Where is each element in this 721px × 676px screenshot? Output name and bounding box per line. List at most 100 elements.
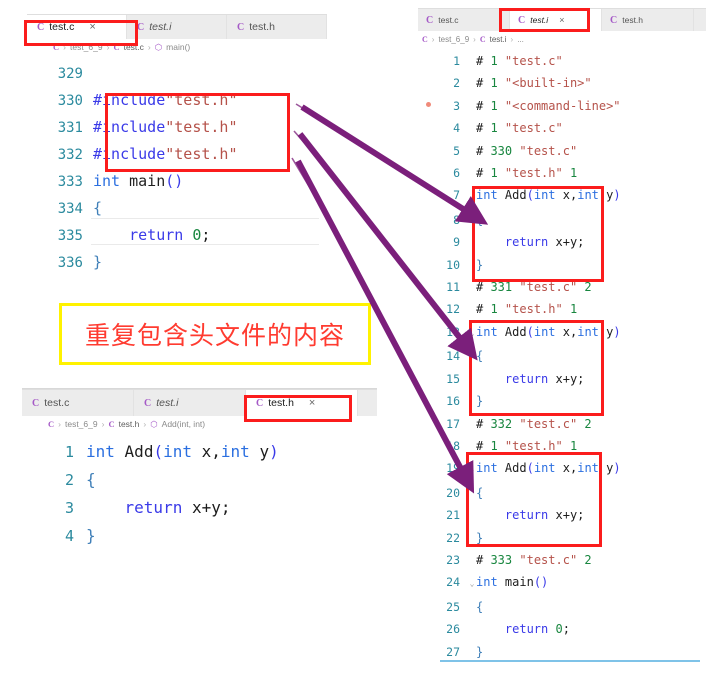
breadcrumb-file[interactable]: test.h: [119, 419, 140, 429]
editor-panel-testi: C test.c C test.i × C test.h C › test_6_…: [418, 8, 706, 668]
code-text: # 331 "test.c" 2: [476, 280, 592, 295]
breadcrumb-folder[interactable]: test_6_9: [65, 419, 98, 429]
fold-chevron-icon[interactable]: ⌄: [468, 459, 476, 481]
code-line[interactable]: 25 {: [418, 596, 706, 618]
tabbar-testi: C test.c C test.i × C test.h: [418, 8, 706, 31]
code-area-testi[interactable]: 1 # 1 "test.c" 2 # 1 "<built-in>" 3 # 1 "<com…: [418, 47, 706, 663]
code-line[interactable]: 13 ⌄ int Add(int x,int y): [418, 321, 706, 345]
tab-testc[interactable]: C test.c: [418, 9, 510, 31]
code-line[interactable]: 17 # 332 "test.c" 2: [418, 413, 706, 435]
fold-chevron-icon[interactable]: ⌄: [468, 323, 476, 345]
code-line[interactable]: 2{: [22, 466, 377, 494]
annotation-note-text: 重复包含头文件的内容: [84, 321, 345, 350]
breadcrumb-file[interactable]: test.i: [490, 35, 507, 44]
editor-rule: [91, 218, 319, 219]
code-line[interactable]: 2 # 1 "<built-in>": [418, 72, 706, 94]
breadcrumb-root[interactable]: C: [53, 42, 59, 52]
code-line[interactable]: 1 # 1 "test.c": [418, 50, 706, 72]
line-number: 11: [446, 280, 460, 295]
code-line[interactable]: 7 ⌄ int Add(int x,int y): [418, 184, 706, 208]
code-line[interactable]: 23 # 333 "test.c" 2: [418, 549, 706, 571]
code-line[interactable]: 333 int main(): [27, 168, 327, 195]
breadcrumb-separator-icon: ›: [510, 34, 514, 44]
code-line[interactable]: 10}: [418, 254, 706, 276]
breadcrumb-root[interactable]: C: [48, 419, 54, 429]
code-line[interactable]: 3 return x+y;: [22, 494, 377, 522]
breadcrumb-symbol[interactable]: main(): [166, 42, 190, 52]
tab-label: test.h: [268, 397, 294, 409]
line-number: 13: [446, 324, 460, 339]
line-number: 330: [57, 93, 83, 109]
code-line[interactable]: 16}: [418, 390, 706, 412]
code-line[interactable]: 12 # 1 "test.h" 1: [418, 298, 706, 320]
breadcrumb-symbol[interactable]: ...: [517, 35, 524, 44]
line-number: 14: [446, 349, 460, 364]
tabbar-testc: C test.c × C test.i C test.h: [27, 14, 327, 39]
code-line[interactable]: 4 # 1 "test.c": [418, 117, 706, 139]
fold-chevron-icon[interactable]: ⌄: [468, 573, 476, 595]
code-line[interactable]: 332 #include"test.h": [27, 141, 327, 168]
code-line[interactable]: 3 # 1 "<command-line>": [418, 95, 706, 117]
code-text: # 332 "test.c" 2: [476, 416, 592, 431]
tab-testi[interactable]: C test.i: [127, 15, 227, 39]
c-file-icon: C: [256, 397, 264, 409]
code-line[interactable]: 5 # 330 "test.c": [418, 140, 706, 162]
code-line[interactable]: 19 ⌄ int Add(int x,int y): [418, 457, 706, 481]
breadcrumb-folder[interactable]: test_6_9: [438, 35, 469, 44]
c-file-icon: C: [479, 34, 486, 44]
code-text: }: [476, 257, 484, 272]
code-line[interactable]: 329: [27, 60, 327, 87]
code-text: # 1 "test.c": [476, 121, 563, 136]
breadcrumb-separator-icon: ›: [147, 42, 151, 52]
code-line[interactable]: 6 # 1 "test.h" 1: [418, 162, 706, 184]
breadcrumb-folder[interactable]: test_6_9: [70, 42, 103, 52]
code-text: #include"test.h": [93, 91, 238, 109]
code-line[interactable]: 14 {: [418, 345, 706, 367]
breakpoint-dot-icon[interactable]: [426, 101, 431, 107]
breadcrumb-testi[interactable]: C › test_6_9 › C test.i › ...: [418, 31, 706, 47]
tab-testi[interactable]: C test.i: [134, 390, 246, 416]
tab-testc[interactable]: C test.c: [22, 390, 134, 416]
c-file-icon: C: [32, 397, 40, 409]
breadcrumb-testc[interactable]: C › test_6_9 › C test.c › ⬡ main(): [27, 39, 327, 55]
c-file-icon: C: [426, 14, 434, 26]
breadcrumb-root[interactable]: C: [422, 35, 428, 44]
code-line[interactable]: 8{: [418, 209, 706, 231]
tab-testh[interactable]: C test.h ×: [246, 390, 358, 416]
code-line[interactable]: 26 return 0;: [418, 618, 706, 640]
code-line[interactable]: 20 {: [418, 482, 706, 504]
breadcrumb-symbol[interactable]: Add(int, int): [162, 419, 205, 429]
line-number: 7: [453, 188, 460, 203]
code-line[interactable]: 21 return x+y;: [418, 504, 706, 526]
breadcrumb-file[interactable]: test.c: [124, 42, 144, 52]
code-line[interactable]: 22}: [418, 527, 706, 549]
close-icon[interactable]: ×: [559, 15, 564, 25]
line-number: 2: [64, 471, 74, 489]
line-number: 4: [453, 121, 460, 136]
line-number: 333: [57, 174, 83, 190]
breadcrumb-testh[interactable]: C › test_6_9 › C test.h › ⬡ Add(int, int…: [22, 416, 377, 432]
editor-bottom-rule: [440, 660, 700, 662]
close-icon[interactable]: ×: [89, 21, 95, 33]
line-number: 1: [64, 443, 74, 461]
code-line[interactable]: 1 int Add(int x,int y): [22, 438, 377, 466]
code-line[interactable]: 9 return x+y;: [418, 231, 706, 253]
code-line[interactable]: 11 # 331 "test.c" 2: [418, 276, 706, 298]
code-area-testc[interactable]: 329 330 #include"test.h" 331 #include"test.…: [27, 55, 327, 276]
tab-label: test.c: [44, 397, 70, 409]
code-line[interactable]: 18 # 1 "test.h" 1: [418, 435, 706, 457]
code-line[interactable]: 4}: [22, 522, 377, 550]
tab-testh[interactable]: C test.h: [602, 9, 694, 31]
code-line[interactable]: 24 ⌄ int main(): [418, 571, 706, 595]
tab-testi[interactable]: C test.i ×: [510, 9, 602, 31]
code-line[interactable]: 15 return x+y;: [418, 368, 706, 390]
c-file-icon: C: [144, 397, 152, 409]
code-area-testh[interactable]: 1 int Add(int x,int y) 2{3 return x+y; 4}: [22, 432, 377, 550]
tab-testc[interactable]: C test.c ×: [27, 15, 127, 39]
close-icon[interactable]: ×: [309, 397, 315, 409]
fold-chevron-icon[interactable]: ⌄: [468, 186, 476, 208]
code-line[interactable]: 331 #include"test.h": [27, 114, 327, 141]
code-line[interactable]: 336}: [27, 249, 327, 276]
tab-testh[interactable]: C test.h: [227, 15, 327, 39]
code-line[interactable]: 330 #include"test.h": [27, 87, 327, 114]
